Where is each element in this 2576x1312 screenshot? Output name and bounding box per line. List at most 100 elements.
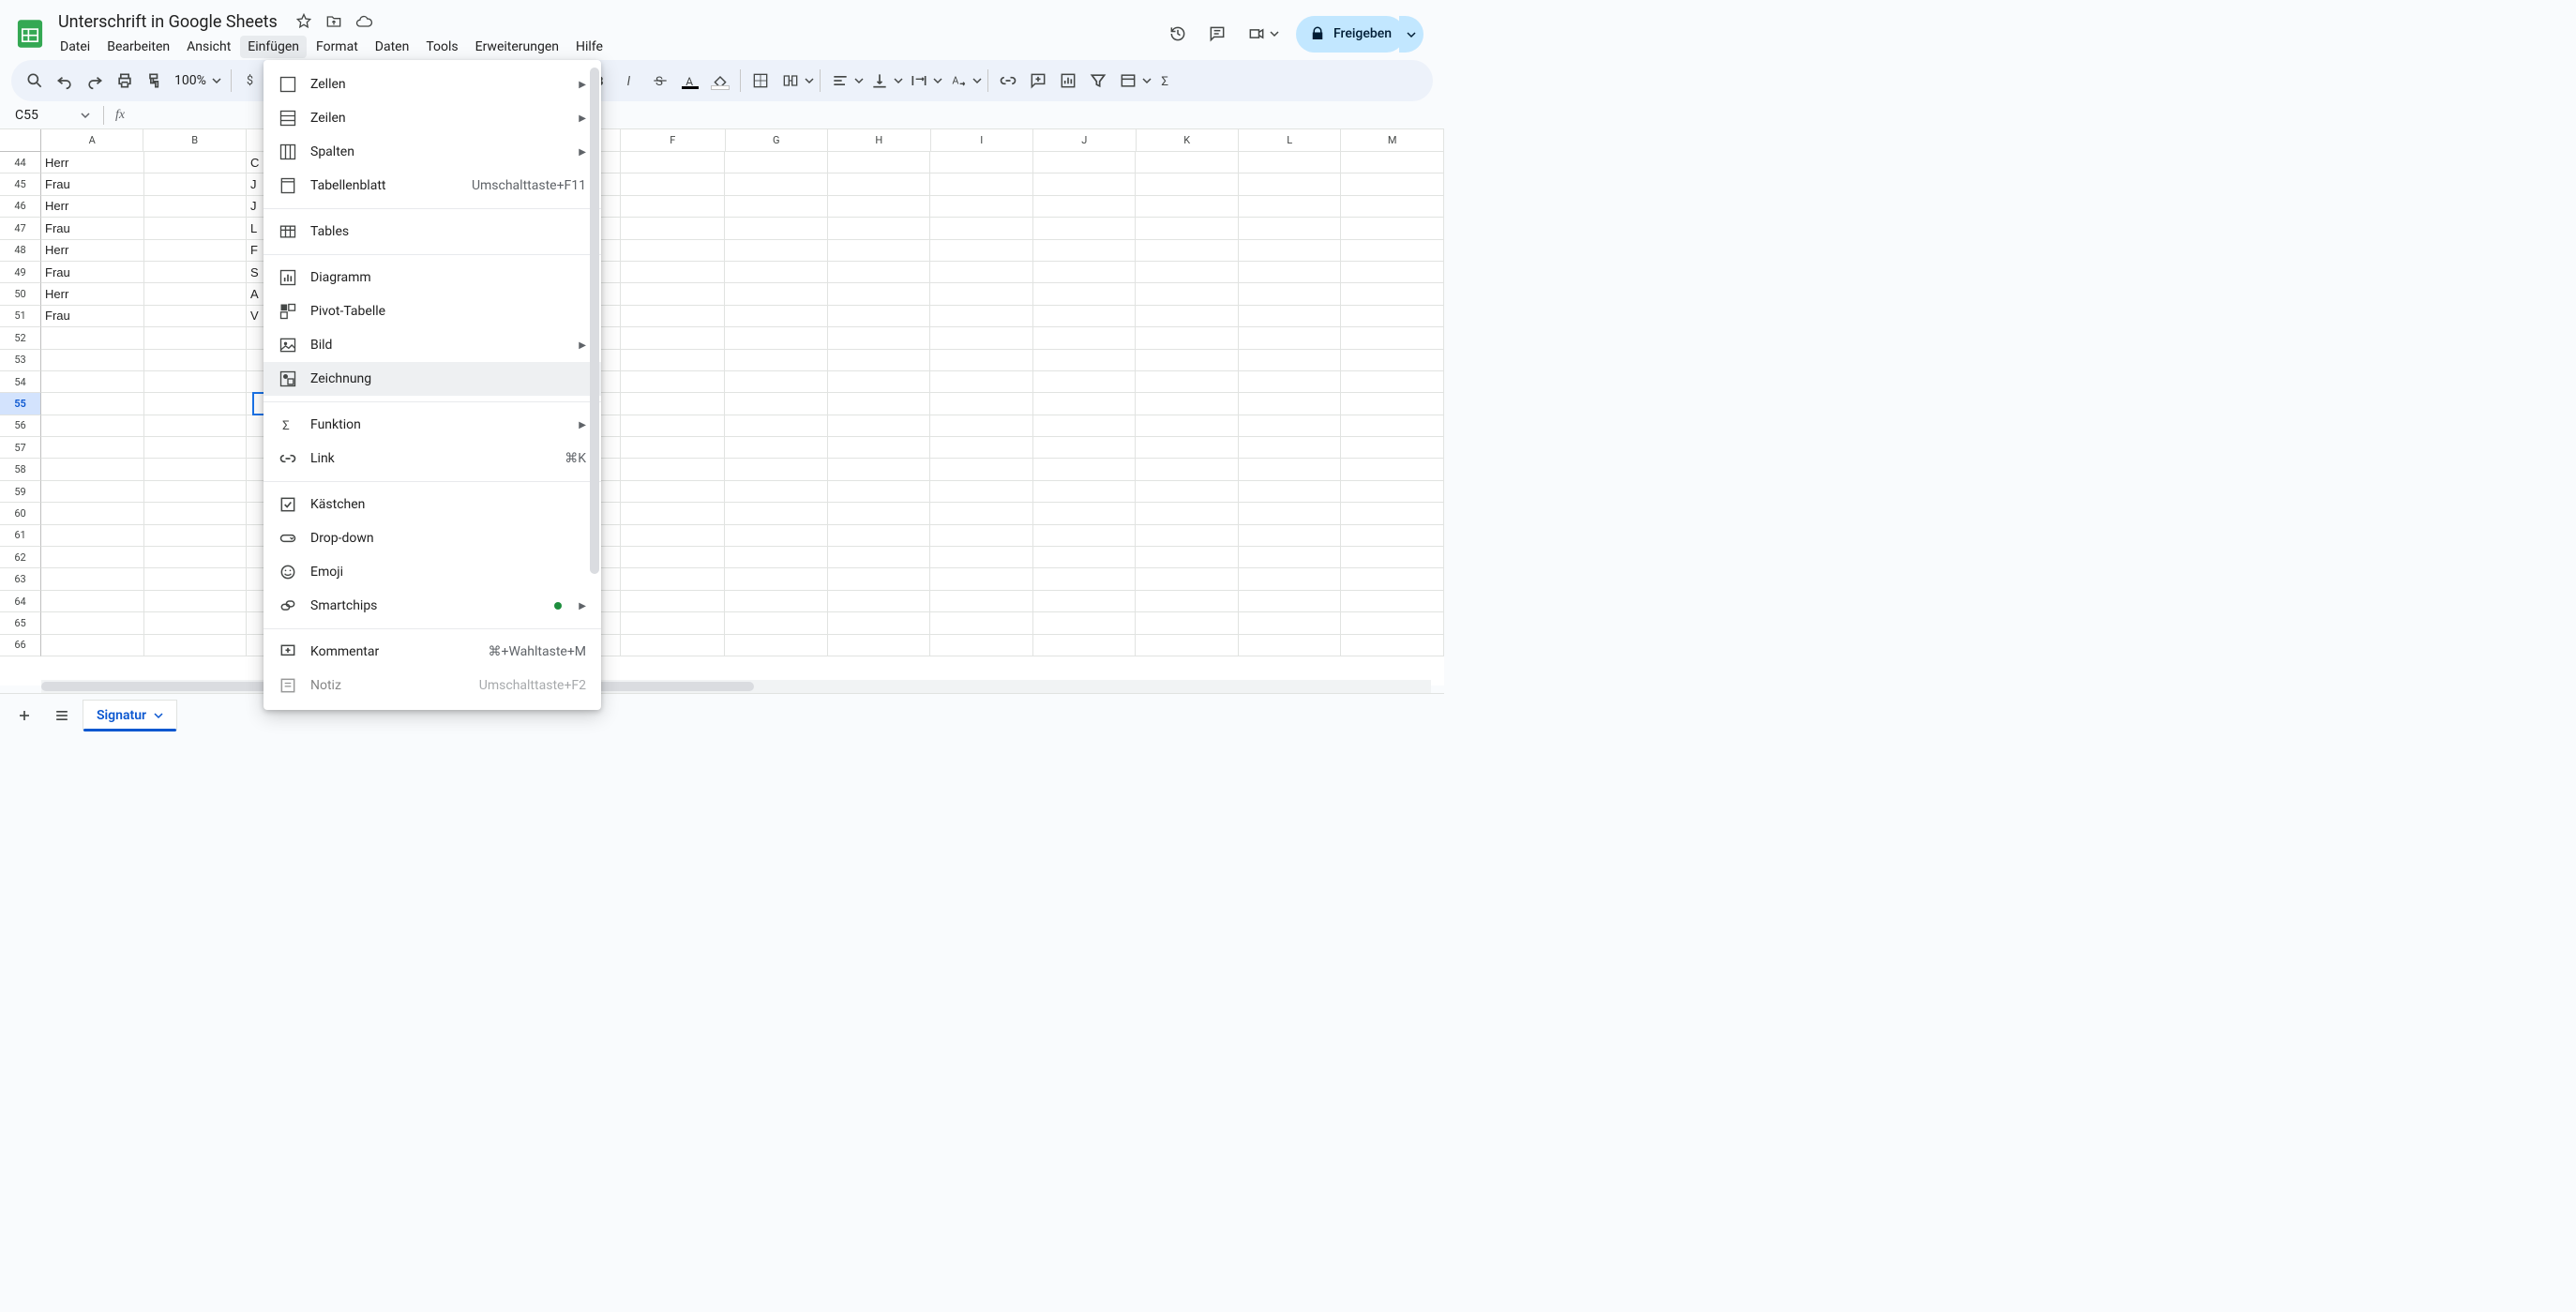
- currency-icon[interactable]: $: [237, 67, 265, 95]
- cell[interactable]: [144, 240, 248, 262]
- cell[interactable]: [1136, 481, 1239, 503]
- cell[interactable]: [930, 415, 1033, 437]
- cell[interactable]: [144, 612, 248, 634]
- menu-bearbeiten[interactable]: Bearbeiten: [99, 36, 177, 58]
- cell[interactable]: [930, 283, 1033, 305]
- menu-item-funktion[interactable]: ΣFunktion▶: [264, 408, 601, 442]
- cell[interactable]: [1033, 152, 1137, 173]
- cell[interactable]: [144, 350, 248, 371]
- menu-item-diagramm[interactable]: Diagramm: [264, 261, 601, 294]
- cell[interactable]: [144, 437, 248, 459]
- cell[interactable]: [828, 262, 931, 283]
- menu-item-k-stchen[interactable]: Kästchen: [264, 488, 601, 521]
- cell[interactable]: [1136, 327, 1239, 349]
- cell[interactable]: [828, 415, 931, 437]
- cell[interactable]: [1239, 547, 1342, 568]
- cell[interactable]: [1136, 393, 1239, 415]
- row-header[interactable]: 62: [0, 547, 41, 568]
- cell[interactable]: [1341, 503, 1444, 524]
- cell[interactable]: [930, 503, 1033, 524]
- cell[interactable]: [1033, 525, 1137, 547]
- share-button[interactable]: Freigeben: [1296, 16, 1405, 53]
- cell[interactable]: [725, 218, 828, 239]
- cell[interactable]: [828, 327, 931, 349]
- col-header-H[interactable]: H: [828, 129, 930, 152]
- cell[interactable]: [1239, 173, 1342, 195]
- cell[interactable]: [41, 393, 144, 415]
- cell[interactable]: [1136, 196, 1239, 218]
- add-comment-icon[interactable]: [1024, 67, 1052, 95]
- cell[interactable]: [725, 459, 828, 480]
- cell[interactable]: [725, 481, 828, 503]
- cell[interactable]: [725, 173, 828, 195]
- cell[interactable]: [725, 196, 828, 218]
- cell[interactable]: [1239, 196, 1342, 218]
- cell[interactable]: [1341, 481, 1444, 503]
- cell[interactable]: [828, 459, 931, 480]
- cell[interactable]: [41, 635, 144, 656]
- cell[interactable]: [1136, 415, 1239, 437]
- menu-item-spalten[interactable]: Spalten▶: [264, 135, 601, 169]
- cell[interactable]: [1341, 173, 1444, 195]
- cell[interactable]: [725, 306, 828, 327]
- cell[interactable]: [1239, 437, 1342, 459]
- cell[interactable]: [1033, 503, 1137, 524]
- row-header[interactable]: 48: [0, 240, 41, 262]
- cell[interactable]: [621, 371, 725, 393]
- functions-icon[interactable]: Σ: [1153, 67, 1182, 95]
- grid[interactable]: ABCDEFGHIJKLM 44454647484950515253545556…: [0, 129, 1444, 686]
- italic-icon[interactable]: I: [616, 67, 644, 95]
- fill-color-icon[interactable]: [706, 67, 734, 95]
- cell[interactable]: [828, 393, 931, 415]
- cell[interactable]: [41, 503, 144, 524]
- cell[interactable]: [828, 525, 931, 547]
- cell[interactable]: [725, 525, 828, 547]
- cell[interactable]: [621, 547, 725, 568]
- menu-scroll-thumb[interactable]: [590, 68, 599, 574]
- cell[interactable]: [621, 481, 725, 503]
- cell[interactable]: [41, 415, 144, 437]
- cell[interactable]: [1239, 350, 1342, 371]
- cell[interactable]: [144, 481, 248, 503]
- cell[interactable]: [828, 635, 931, 656]
- cell[interactable]: [930, 547, 1033, 568]
- cell[interactable]: [144, 459, 248, 480]
- name-box[interactable]: C55: [8, 106, 98, 125]
- menu-item-pivot-tabelle[interactable]: Pivot-Tabelle: [264, 294, 601, 328]
- v-align[interactable]: [866, 67, 903, 95]
- cell[interactable]: [1341, 327, 1444, 349]
- row-header[interactable]: 56: [0, 415, 41, 437]
- cell[interactable]: [1239, 218, 1342, 239]
- cell[interactable]: [621, 437, 725, 459]
- col-header-B[interactable]: B: [143, 129, 246, 152]
- menu-tools[interactable]: Tools: [418, 36, 465, 58]
- share-dropdown[interactable]: [1399, 16, 1424, 53]
- row-header[interactable]: 66: [0, 635, 41, 656]
- cell[interactable]: [1033, 196, 1137, 218]
- col-header-F[interactable]: F: [621, 129, 725, 152]
- cell[interactable]: Frau: [41, 218, 144, 239]
- cell[interactable]: [1033, 173, 1137, 195]
- cell[interactable]: [1341, 568, 1444, 590]
- row-header[interactable]: 64: [0, 591, 41, 612]
- cell[interactable]: [828, 371, 931, 393]
- cell[interactable]: [1341, 350, 1444, 371]
- insert-chart-icon[interactable]: [1054, 67, 1082, 95]
- cell[interactable]: [144, 173, 248, 195]
- cell[interactable]: [41, 525, 144, 547]
- paint-format-icon[interactable]: [141, 67, 169, 95]
- cell[interactable]: [1136, 371, 1239, 393]
- sheets-logo[interactable]: [11, 15, 49, 53]
- cell[interactable]: [1033, 218, 1137, 239]
- menu-hilfe[interactable]: Hilfe: [568, 36, 610, 58]
- menu-item-zeichnung[interactable]: Zeichnung: [264, 362, 601, 396]
- cell[interactable]: [1136, 547, 1239, 568]
- cell[interactable]: [1033, 437, 1137, 459]
- cell[interactable]: [1136, 306, 1239, 327]
- cell[interactable]: [1239, 525, 1342, 547]
- cell[interactable]: [1136, 635, 1239, 656]
- cell[interactable]: [1033, 327, 1137, 349]
- cell[interactable]: [1033, 612, 1137, 634]
- cell[interactable]: [828, 612, 931, 634]
- cell[interactable]: [1341, 393, 1444, 415]
